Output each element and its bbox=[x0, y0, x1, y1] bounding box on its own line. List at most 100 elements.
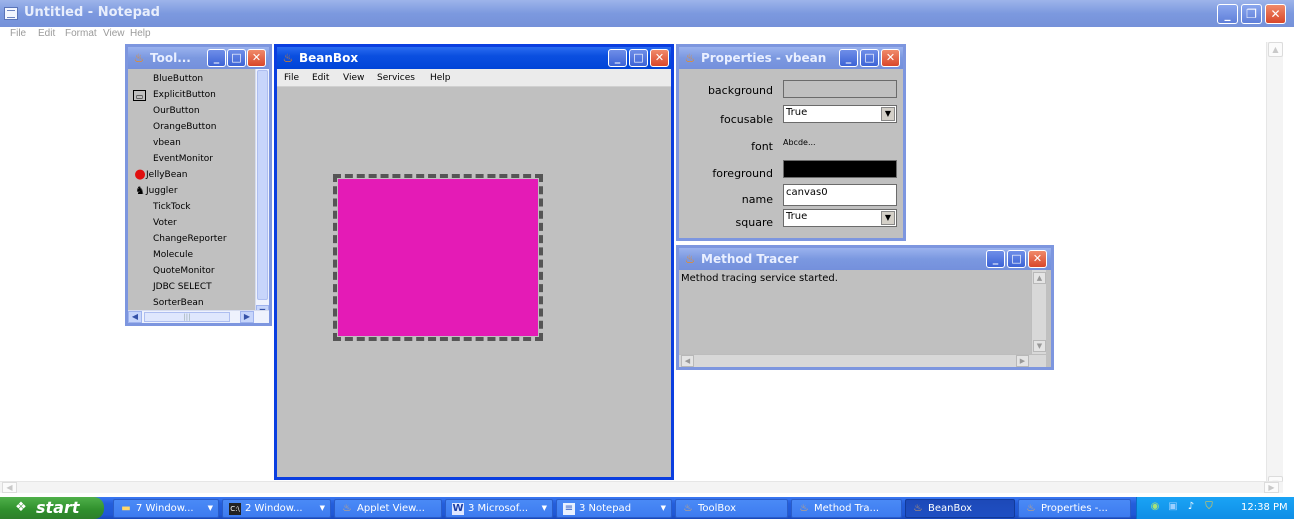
tracer-vertical-scrollbar[interactable]: ▲ ▼ bbox=[1031, 270, 1046, 354]
display-icon[interactable]: ▣ bbox=[1167, 501, 1179, 513]
toolbox-item[interactable]: ▭ ExplicitButton bbox=[128, 88, 255, 104]
taskbar-button[interactable]: C:\ 2 Window... ▼ bbox=[222, 499, 331, 518]
minimize-button[interactable]: _ bbox=[839, 49, 858, 67]
scroll-left-icon[interactable]: ◀ bbox=[681, 355, 694, 367]
foreground-color-swatch[interactable] bbox=[783, 160, 897, 178]
beanbox-canvas[interactable] bbox=[277, 87, 671, 477]
toolbox-item[interactable]: Molecule bbox=[128, 248, 255, 264]
menu-view[interactable]: View bbox=[343, 73, 364, 83]
minimize-button[interactable]: _ bbox=[207, 49, 226, 67]
menu-edit[interactable]: Edit bbox=[38, 28, 55, 39]
name-input[interactable]: canvas0 bbox=[783, 184, 897, 206]
maximize-button[interactable]: □ bbox=[227, 49, 246, 67]
taskbar-button[interactable]: ≡ 3 Notepad ▼ bbox=[556, 499, 672, 518]
toolbox-item[interactable]: OrangeButton bbox=[128, 120, 255, 136]
toolbox-item[interactable]: ● JellyBean bbox=[128, 168, 255, 184]
close-button[interactable]: ✕ bbox=[1265, 4, 1286, 24]
notepad-icon bbox=[4, 7, 18, 20]
menu-services[interactable]: Services bbox=[377, 73, 415, 83]
scroll-thumb[interactable] bbox=[257, 70, 268, 300]
toolbox-title-bar[interactable]: ♨ Tool... _ □ ✕ bbox=[128, 47, 269, 69]
vbean-square[interactable] bbox=[338, 179, 538, 336]
tracer-horizontal-scrollbar[interactable]: ◀ ▶ bbox=[679, 354, 1046, 367]
menu-help[interactable]: Help bbox=[430, 73, 451, 83]
scroll-left-icon[interactable]: ◀ bbox=[128, 311, 142, 323]
toolbox-item[interactable]: OurButton bbox=[128, 104, 255, 120]
taskbar-button[interactable]: ▬ 7 Window... ▼ bbox=[113, 499, 219, 518]
restore-button[interactable]: ❐ bbox=[1241, 4, 1262, 24]
method-tracer-output[interactable]: Method tracing service started. bbox=[679, 270, 1031, 354]
toolbox-item[interactable]: TickTock bbox=[128, 200, 255, 216]
maximize-button[interactable]: □ bbox=[629, 49, 648, 67]
close-button[interactable]: ✕ bbox=[1028, 250, 1047, 268]
toolbox-item[interactable]: ChangeReporter bbox=[128, 232, 255, 248]
scroll-right-icon[interactable]: ▶ bbox=[240, 311, 254, 323]
java-cup-icon: ♨ bbox=[684, 51, 696, 65]
close-button[interactable]: ✕ bbox=[247, 49, 266, 67]
properties-title: Properties - vbean bbox=[701, 51, 827, 65]
scroll-left-icon[interactable]: ◀ bbox=[2, 482, 17, 493]
start-button[interactable]: ❖ start bbox=[0, 497, 104, 519]
scroll-right-icon[interactable]: ▶ bbox=[1264, 482, 1279, 493]
java-cup-icon: ♨ bbox=[133, 51, 145, 65]
taskbar-button[interactable]: W 3 Microsof... ▼ bbox=[445, 499, 553, 518]
scroll-up-icon[interactable]: ▲ bbox=[1268, 42, 1283, 57]
notepad-menubar: File Edit Format View Help bbox=[0, 27, 1294, 42]
scroll-up-icon[interactable]: ▲ bbox=[1033, 272, 1046, 284]
toolbox-item[interactable]: ♞ Juggler bbox=[128, 184, 255, 200]
toolbox-item[interactable]: QuoteMonitor bbox=[128, 264, 255, 280]
speaker-icon[interactable]: ♪ bbox=[1185, 501, 1197, 513]
taskbar-button[interactable]: ♨ Method Tra... bbox=[791, 499, 902, 518]
notepad-horizontal-scrollbar[interactable]: ◀ ▶ bbox=[0, 481, 1283, 493]
toolbox-vertical-scrollbar[interactable]: ▼ bbox=[255, 69, 269, 320]
taskbar: ❖ start ▬ 7 Window... ▼ C:\ 2 Window... … bbox=[0, 497, 1294, 519]
chevron-down-icon: ▼ bbox=[207, 504, 213, 512]
menu-edit[interactable]: Edit bbox=[312, 73, 329, 83]
toolbox-item[interactable]: JDBC SELECT bbox=[128, 280, 255, 296]
maximize-button[interactable]: □ bbox=[860, 49, 879, 67]
word-icon: W bbox=[452, 503, 464, 515]
toolbox-item[interactable]: vbean bbox=[128, 136, 255, 152]
toolbox-item[interactable]: EventMonitor bbox=[128, 152, 255, 168]
menu-format[interactable]: Format bbox=[65, 28, 97, 39]
minimize-button[interactable]: _ bbox=[1217, 4, 1238, 24]
focusable-label: focusable bbox=[720, 113, 773, 126]
beanbox-title-bar[interactable]: ♨ BeanBox _ □ ✕ bbox=[277, 47, 671, 69]
chevron-down-icon[interactable]: ▼ bbox=[881, 211, 895, 225]
security-shield-icon[interactable]: ⛉ bbox=[1203, 501, 1215, 513]
scroll-down-icon[interactable]: ▼ bbox=[1033, 340, 1046, 352]
font-value[interactable]: Abcde... bbox=[783, 138, 816, 147]
chevron-down-icon[interactable]: ▼ bbox=[881, 107, 895, 121]
taskbar-button[interactable]: ♨ Applet View... bbox=[334, 499, 442, 518]
minimize-button[interactable]: _ bbox=[986, 250, 1005, 268]
menu-help[interactable]: Help bbox=[130, 28, 151, 39]
scroll-thumb[interactable]: ||| bbox=[144, 312, 230, 322]
taskbar-button[interactable]: ♨ Properties -... bbox=[1018, 499, 1131, 518]
background-color-swatch[interactable] bbox=[783, 80, 897, 98]
toolbox-item[interactable]: BlueButton bbox=[128, 72, 255, 88]
beanbox-window: ♨ BeanBox _ □ ✕ File Edit View Services … bbox=[274, 44, 674, 480]
focusable-select[interactable]: True ▼ bbox=[783, 105, 897, 123]
menu-view[interactable]: View bbox=[103, 28, 125, 39]
menu-file[interactable]: File bbox=[10, 28, 26, 39]
close-button[interactable]: ✕ bbox=[881, 49, 900, 67]
minimize-button[interactable]: _ bbox=[608, 49, 627, 67]
folder-icon: ▬ bbox=[121, 503, 131, 514]
network-icon[interactable]: ◉ bbox=[1149, 501, 1161, 513]
toolbox-horizontal-scrollbar[interactable]: ◀ ||| ▶ bbox=[128, 310, 269, 323]
scroll-right-icon[interactable]: ▶ bbox=[1016, 355, 1029, 367]
maximize-button[interactable]: □ bbox=[1007, 250, 1026, 268]
notepad-vertical-scrollbar[interactable]: ▲ ▼ bbox=[1266, 42, 1283, 492]
method-tracer-window: ♨ Method Tracer _ □ ✕ Method tracing ser… bbox=[676, 245, 1054, 370]
menu-file[interactable]: File bbox=[284, 73, 299, 83]
font-label: font bbox=[751, 140, 773, 153]
notepad-title-bar[interactable]: Untitled - Notepad _ ❐ ✕ bbox=[0, 0, 1294, 27]
close-button[interactable]: ✕ bbox=[650, 49, 669, 67]
taskbar-button-active[interactable]: ♨ BeanBox bbox=[905, 499, 1015, 518]
toolbox-item[interactable]: Voter bbox=[128, 216, 255, 232]
taskbar-button[interactable]: ♨ ToolBox bbox=[675, 499, 788, 518]
square-select[interactable]: True ▼ bbox=[783, 209, 897, 227]
clock[interactable]: 12:38 PM bbox=[1241, 502, 1288, 513]
method-tracer-title-bar[interactable]: ♨ Method Tracer _ □ ✕ bbox=[679, 248, 1051, 270]
properties-title-bar[interactable]: ♨ Properties - vbean _ □ ✕ bbox=[679, 47, 903, 69]
